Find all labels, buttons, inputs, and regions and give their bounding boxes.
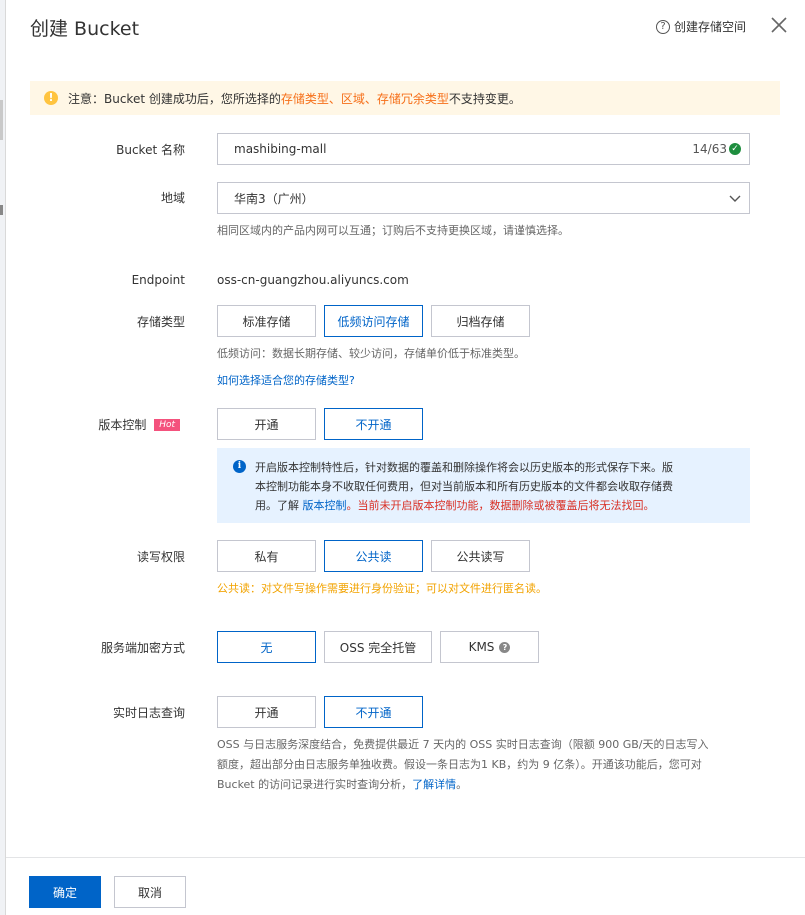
versioning-warning: 。当前未开启版本控制功能，数据删除或被覆盖后将无法找回。 <box>346 499 655 512</box>
realtime-log-label: 实时日志查询 <box>112 706 185 720</box>
storage-class-archive[interactable]: 归档存储 <box>431 305 530 337</box>
acl-label: 读写权限 <box>136 550 185 564</box>
versioning-info-line2: 本控制功能本身不收取任何费用，但对当前版本和所有历史版本的文件都会收取存储费 <box>255 480 673 493</box>
storage-class-label: 存储类型 <box>136 315 185 329</box>
encryption-options: 无 OSS 完全托管 KMS ? <box>217 631 539 663</box>
acl-private[interactable]: 私有 <box>217 540 316 572</box>
storage-class-ia[interactable]: 低频访问存储 <box>324 305 423 337</box>
alert-suffix: 不支持变更。 <box>448 91 521 106</box>
versioning-disable[interactable]: 不开通 <box>324 408 423 440</box>
alert-prefix: 注意：Bucket 创建成功后，您所选择的 <box>68 91 281 106</box>
acl-public-read-write[interactable]: 公共读写 <box>431 540 530 572</box>
encryption-kms-label: KMS <box>468 640 495 654</box>
info-icon: i <box>233 460 246 473</box>
storage-class-options: 标准存储 低频访问存储 归档存储 <box>217 305 530 337</box>
region-label: 地域 <box>160 191 185 205</box>
cancel-button[interactable]: 取消 <box>114 876 186 908</box>
acl-public-read[interactable]: 公共读 <box>324 540 423 572</box>
versioning-enable[interactable]: 开通 <box>217 408 316 440</box>
bucket-name-value: mashibing-mall <box>234 142 327 156</box>
versioning-options: 开通 不开通 <box>217 408 423 440</box>
storage-class-help-link[interactable]: 如何选择适合您的存储类型? <box>217 371 355 391</box>
check-circle-icon: ✓ <box>729 143 741 155</box>
confirm-button[interactable]: 确定 <box>29 876 101 908</box>
acl-options: 私有 公共读 公共读写 <box>217 540 530 572</box>
footer-divider <box>6 857 805 858</box>
dialog-title: 创建 Bucket <box>30 18 140 40</box>
alert-highlight: 存储类型、区域、存储冗余类型 <box>280 91 449 106</box>
versioning-label-row: 版本控制 Hot <box>0 416 180 433</box>
immutable-settings-alert: ! 注意：Bucket 创建成功后，您所选择的 存储类型、区域、存储冗余类型 不… <box>30 81 780 115</box>
versioning-doc-link[interactable]: 版本控制 <box>303 499 347 512</box>
char-counter: 14/63 ✓ <box>692 142 741 156</box>
storage-class-standard[interactable]: 标准存储 <box>217 305 316 337</box>
versioning-info-line1: 开启版本控制特性后，针对数据的覆盖和删除操作将会以历史版本的形式保存下来。版 <box>255 461 673 474</box>
realtime-log-hint-line3: Bucket 的访问记录进行实时查询分析，了解详情。 <box>217 775 762 795</box>
close-icon <box>771 17 787 33</box>
close-button[interactable] <box>768 14 790 36</box>
realtime-log-enable[interactable]: 开通 <box>217 696 316 728</box>
help-link-label: 创建存储空间 <box>674 20 747 34</box>
char-counter-text: 14/63 <box>692 142 727 156</box>
question-circle-icon: ? <box>656 19 670 34</box>
dialog-header: 创建 Bucket ? 创建存储空间 <box>6 0 805 54</box>
region-select[interactable]: 华南3（广州） <box>217 182 750 214</box>
bucket-name-input[interactable]: mashibing-mall 14/63 ✓ <box>217 133 750 165</box>
region-value: 华南3（广州） <box>234 191 314 206</box>
background-page-edge <box>0 0 6 915</box>
versioning-info-box: i 开启版本控制特性后，针对数据的覆盖和删除操作将会以历史版本的形式保存下来。版… <box>217 448 750 523</box>
endpoint-label: Endpoint <box>131 273 185 287</box>
encryption-kms[interactable]: KMS ? <box>440 631 539 663</box>
question-icon[interactable]: ? <box>499 641 511 653</box>
realtime-log-hint-line2: 额度，超出部分由日志服务单独收费。假设一条日志为1 KB，约为 9 亿条）。开通… <box>217 758 702 771</box>
realtime-log-hint: OSS 与日志服务深度结合，免费提供最近 7 天内的 OSS 实时日志查询（限额… <box>217 735 762 795</box>
endpoint-value: oss-cn-guangzhou.aliyuncs.com <box>217 273 409 287</box>
storage-class-hint: 低频访问：数据长期存储、较少访问，存储单价低于标准类型。 <box>217 347 525 360</box>
versioning-label: 版本控制 <box>98 418 147 432</box>
realtime-log-options: 开通 不开通 <box>217 696 423 728</box>
versioning-info-line3-prefix: 用。了解 <box>255 499 303 512</box>
realtime-log-hint-line3-suffix: 。 <box>456 778 468 791</box>
realtime-log-detail-link[interactable]: 了解详情 <box>412 778 456 791</box>
encryption-label: 服务端加密方式 <box>100 641 185 655</box>
chevron-down-icon <box>729 195 741 202</box>
create-bucket-help-link[interactable]: ? 创建存储空间 <box>656 18 746 35</box>
encryption-oss-managed[interactable]: OSS 完全托管 <box>324 631 432 663</box>
encryption-none[interactable]: 无 <box>217 631 316 663</box>
versioning-info-line3: 用。了解 版本控制。当前未开启版本控制功能，数据删除或被覆盖后将无法找回。 <box>255 496 736 515</box>
region-hint: 相同区域内的产品内网可以互通；订购后不支持更换区域，请谨慎选择。 <box>217 224 569 237</box>
acl-note: 公共读：对文件写操作需要进行身份验证；可以对文件进行匿名读。 <box>217 582 547 595</box>
realtime-log-hint-line1: OSS 与日志服务深度结合，免费提供最近 7 天内的 OSS 实时日志查询（限额… <box>217 738 709 751</box>
realtime-log-hint-line3-prefix: Bucket 的访问记录进行实时查询分析， <box>217 778 413 791</box>
warning-icon: ! <box>44 91 58 105</box>
realtime-log-disable[interactable]: 不开通 <box>324 696 423 728</box>
bucket-name-label: Bucket 名称 <box>116 143 185 157</box>
hot-badge: Hot <box>154 419 180 431</box>
